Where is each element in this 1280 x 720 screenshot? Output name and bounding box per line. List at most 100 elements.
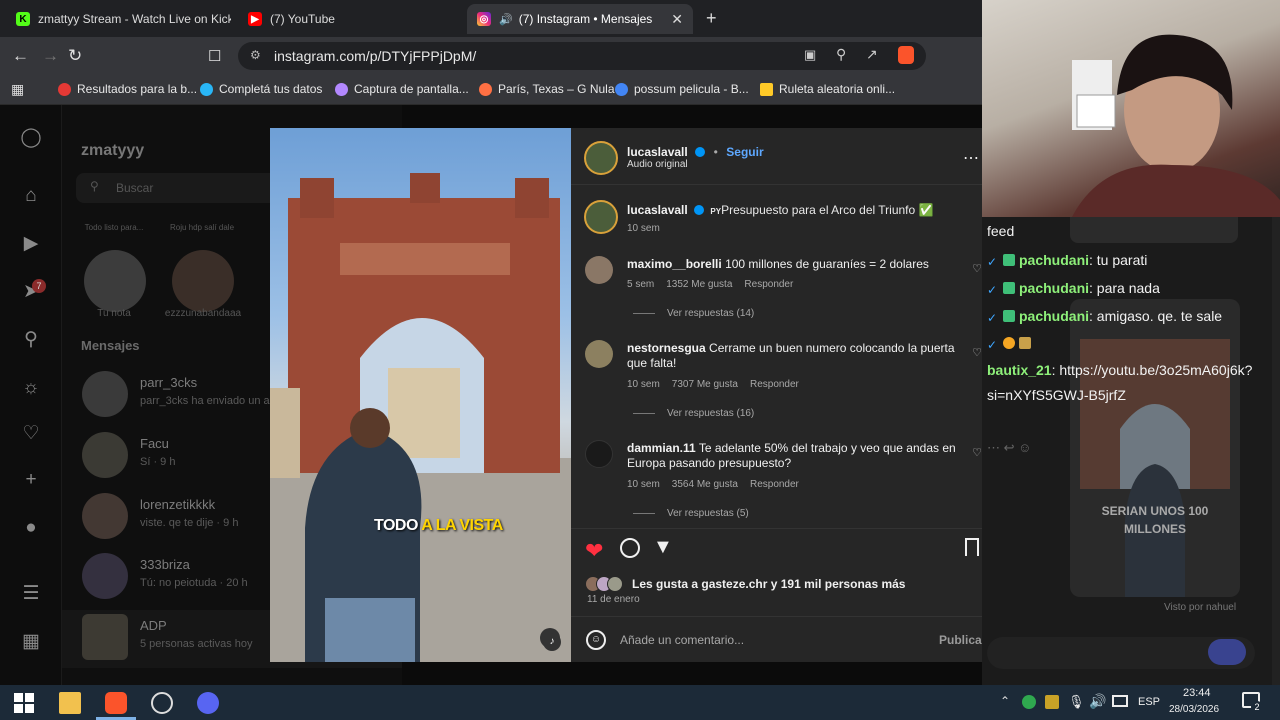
close-tab-icon[interactable]: ✕	[671, 11, 683, 28]
site-info-icon[interactable]: ⚙	[250, 48, 261, 62]
comment-likes[interactable]: 3564 Me gusta	[672, 479, 738, 490]
reply-button[interactable]: Responder	[744, 279, 793, 290]
share-icon[interactable]: ↗	[866, 46, 878, 63]
brave-shield-icon[interactable]	[898, 46, 914, 64]
tray-app-icon[interactable]	[1045, 695, 1059, 709]
discord-icon[interactable]	[197, 692, 219, 714]
mute-icon[interactable]: ♪	[543, 633, 561, 651]
conversation-preview: Tú: no peiotuda · 20 h	[140, 577, 248, 589]
file-explorer-icon[interactable]	[59, 692, 81, 714]
subscriber-badge-icon	[1003, 310, 1015, 322]
caption-username[interactable]: lucaslavall	[627, 203, 688, 217]
reload-icon[interactable]: ↻	[68, 46, 82, 66]
network-icon[interactable]	[1112, 695, 1128, 707]
clock-date[interactable]: 28/03/2026	[1169, 704, 1219, 715]
like-icon[interactable]: ❤	[585, 538, 603, 564]
post-video[interactable]: TODO A LA VISTA ♪	[270, 128, 571, 662]
bookmark-item[interactable]: possum pelicula - B...	[615, 82, 749, 96]
back-icon[interactable]: ←	[12, 46, 29, 66]
volume-icon[interactable]: 🔊	[1089, 693, 1106, 710]
zoom-icon[interactable]: ⚲	[836, 46, 846, 63]
view-replies-button[interactable]: Ver respuestas (16)	[633, 408, 754, 419]
comment-username[interactable]: nestornesgua	[627, 341, 706, 355]
author-username[interactable]: lucaslavall	[627, 145, 688, 159]
view-replies-button[interactable]: Ver respuestas (5)	[633, 508, 749, 519]
create-icon[interactable]: +	[20, 469, 42, 491]
language-indicator[interactable]: ESP	[1138, 696, 1160, 708]
publish-button[interactable]: Publicar	[939, 633, 986, 647]
likes-summary[interactable]: Les gusta a gasteze.chr y 191 mil person…	[632, 577, 905, 591]
author-avatar[interactable]	[584, 200, 618, 234]
reply-button[interactable]: Responder	[750, 479, 799, 490]
save-icon[interactable]	[965, 538, 979, 556]
forward-icon[interactable]: →	[42, 46, 59, 66]
address-bar[interactable]: ⚙ instagram.com/p/DTYjFPPjDpM/ ▣ ⚲ ↗	[238, 42, 926, 70]
install-icon[interactable]: ▣	[804, 47, 816, 63]
audio-label[interactable]: Audio original	[627, 159, 688, 170]
chat-scrollbar[interactable]	[1272, 217, 1280, 685]
more-options-icon[interactable]: ⋯	[963, 148, 980, 168]
tab-instagram[interactable]: ◎ 🔊 (7) Instagram • Mensajes ✕	[467, 4, 693, 34]
bookmark-item[interactable]: Completá tus datos	[200, 82, 322, 96]
share-icon[interactable]: ▼	[653, 536, 673, 559]
comment-like-icon[interactable]: ♡	[972, 446, 982, 459]
nav-bar: ← → ↻ ☐ ⚙ instagram.com/p/DTYjFPPjDpM/ ▣…	[0, 37, 982, 75]
view-replies-button[interactable]: Ver respuestas (14)	[633, 308, 754, 319]
bookmark-item[interactable]: París, Texas – G Nula	[479, 82, 615, 96]
chat-badges-row: ✓	[987, 333, 1035, 353]
account-username[interactable]: zmatyyy	[81, 142, 144, 160]
emoji-icon[interactable]: ☺	[586, 630, 606, 650]
new-tab-button[interactable]: +	[706, 8, 717, 29]
comment-username[interactable]: dammian.11	[627, 441, 696, 455]
comment-icon[interactable]	[620, 538, 640, 558]
speaker-icon: 🔊	[499, 13, 513, 26]
reply-button[interactable]: Responder	[750, 379, 799, 390]
clock-time[interactable]: 23:44	[1183, 687, 1211, 699]
avatar[interactable]	[585, 440, 613, 468]
bookmark-icon[interactable]: ☐	[208, 47, 221, 65]
apps-grid-icon[interactable]: ▦	[11, 81, 24, 98]
bookmark-favicon	[200, 82, 213, 96]
avatar[interactable]	[172, 250, 234, 312]
profile-icon[interactable]: ●	[20, 517, 42, 539]
chat-username[interactable]: pachudani	[1019, 308, 1089, 324]
instagram-logo-icon[interactable]: ◯	[20, 127, 42, 149]
avatar[interactable]	[585, 340, 613, 368]
reels-icon[interactable]: ▶	[20, 233, 42, 255]
obs-icon[interactable]	[151, 692, 173, 714]
avatar[interactable]	[585, 256, 613, 284]
comment-input[interactable]: Añade un comentario...	[620, 633, 744, 647]
tab-kick[interactable]: K zmattyy Stream - Watch Live on Kick	[6, 4, 231, 34]
subscriber-badge-icon	[1003, 282, 1015, 294]
chat-username[interactable]: pachudani	[1019, 280, 1089, 296]
comment-username[interactable]: maximo__borelli	[627, 257, 722, 271]
comment-like-icon[interactable]: ♡	[972, 262, 982, 275]
chat-username[interactable]: pachudani	[1019, 252, 1089, 268]
comment-likes[interactable]: 1352 Me gusta	[666, 279, 732, 290]
follow-button[interactable]: Seguir	[726, 145, 763, 159]
bookmark-item[interactable]: Ruleta aleatoria onli...	[760, 82, 895, 96]
author-avatar[interactable]	[584, 141, 618, 175]
bookmark-item[interactable]: Captura de pantalla...	[335, 82, 469, 96]
tray-app-icon[interactable]	[1022, 695, 1036, 709]
chat-link-continued[interactable]: si=nXYfS5GWJ-B5jrfZ	[987, 387, 1126, 403]
windows-start-icon[interactable]	[13, 692, 35, 714]
heart-icon[interactable]: ♡	[20, 423, 42, 445]
comment-like-icon[interactable]: ♡	[972, 346, 982, 359]
ghost-media-card: SERIAN UNOS 100 MILLONES	[1070, 299, 1240, 597]
likes-user[interactable]: gasteze.chr	[701, 577, 767, 591]
tray-expand-icon[interactable]: ⌃	[1000, 694, 1010, 708]
bookmark-item[interactable]: Resultados para la b...	[58, 82, 197, 96]
microphone-icon[interactable]: 🎙	[1068, 694, 1085, 710]
chat-link[interactable]: : https://youtu.be/3o25mA60j6k?	[1052, 362, 1253, 378]
comment-likes[interactable]: 7307 Me gusta	[672, 379, 738, 390]
home-icon[interactable]: ⌂	[20, 185, 42, 207]
search-icon[interactable]: ⚲	[20, 329, 42, 351]
menu-icon[interactable]: ☰	[20, 583, 42, 605]
brave-browser-icon[interactable]	[105, 692, 127, 714]
tab-youtube[interactable]: ▶ (7) YouTube	[238, 4, 463, 34]
chat-username[interactable]: bautix_21	[987, 362, 1052, 378]
avatar[interactable]	[84, 250, 146, 312]
threads-icon[interactable]: ▦	[20, 631, 42, 653]
explore-icon[interactable]: ☼	[20, 377, 42, 399]
